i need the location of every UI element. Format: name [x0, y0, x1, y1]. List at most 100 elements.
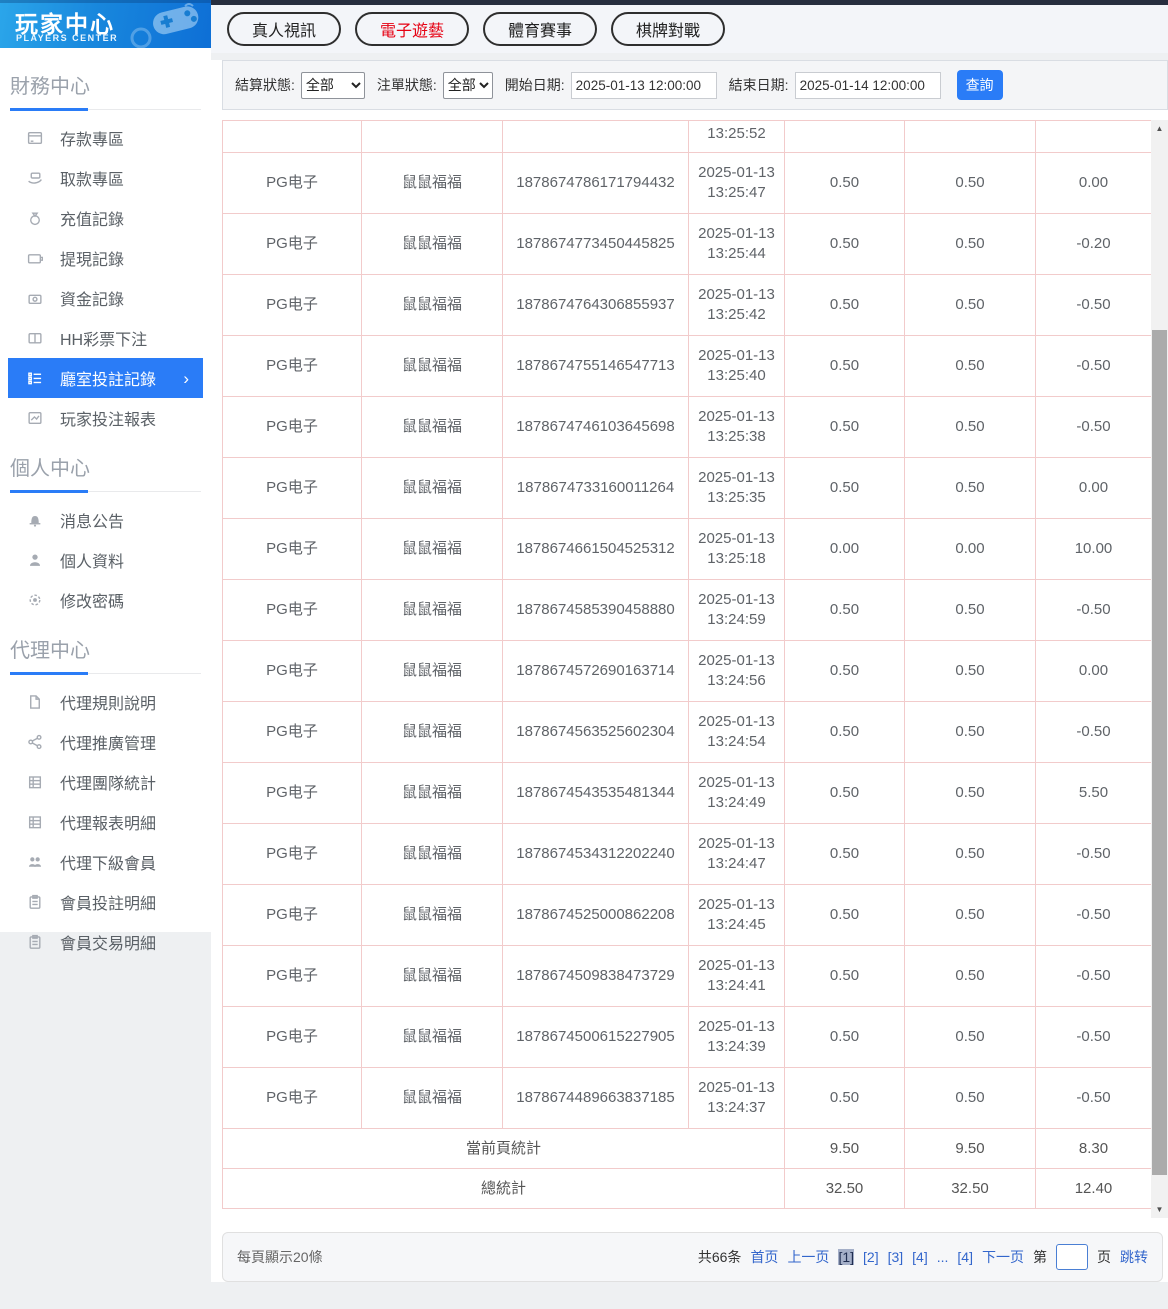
cell-bet-amount: 0.50 [784, 1006, 905, 1068]
first-page-link[interactable]: 首页 [750, 1247, 778, 1267]
cell-bet-time: 2025-01-13 13:25:44 [688, 213, 785, 275]
bet-table-scroll-viewport: 13:25:52 PG电子 鼠鼠福福 1878674786171794432 2025-… [222, 120, 1151, 1218]
document-icon [27, 694, 43, 710]
summary-win-loss: 12.40 [1035, 1168, 1151, 1209]
cell-win-loss: -0.50 [1035, 579, 1151, 641]
sidebar-item-withdrawal-records[interactable]: 提現記錄 [8, 238, 203, 278]
end-date-label: 結束日期: [728, 77, 789, 93]
sidebar-item-label: 提現記錄 [60, 252, 125, 269]
sidebar-item-label: 代理團隊統計 [60, 776, 157, 793]
sidebar-sections: 財務中心存款專區取款專區充值記錄提現記錄資金記錄 HH彩票下注 廳室投註記錄 › 玩家投… [0, 60, 211, 962]
query-button[interactable]: 查詢 [956, 70, 1003, 100]
cell-bet-time: 2025-01-13 13:24:37 [688, 1067, 785, 1129]
sidebar-item-agent-sub-members[interactable]: 代理下級會員 [8, 842, 203, 882]
tab-live-video[interactable]: 真人視訊 [227, 12, 342, 46]
page-link-5[interactable]: ... [937, 1249, 949, 1265]
sidebar-item-agent-report-detail[interactable]: 代理報表明細 [8, 802, 203, 842]
sidebar-item-member-transaction-detail[interactable]: 會員交易明細 [8, 922, 203, 962]
sidebar-item-recharge-records[interactable]: 充值記錄 [8, 198, 203, 238]
sidebar-item-player-bet-report[interactable]: 玩家投注報表 [8, 398, 203, 438]
sidebar-item-change-password[interactable]: 修改密碼 [8, 580, 203, 620]
page-link-3[interactable]: [3] [888, 1249, 904, 1265]
sidebar-item-hh-lottery-bets[interactable]: HH彩票下注 [8, 318, 203, 358]
order-status-label: 注單狀態: [376, 77, 437, 93]
bet-date: 2025-01-13 [698, 225, 775, 242]
sidebar-item-fund-records[interactable]: 資金記錄 [8, 278, 203, 318]
bet-date: 2025-01-13 [698, 408, 775, 425]
cell-platform: PG电子 [222, 1067, 362, 1129]
sidebar-section-list: 存款專區取款專區充值記錄提現記錄資金記錄 HH彩票下注 廳室投註記錄 › 玩家投注報表 [0, 118, 211, 438]
sidebar-item-room-bet-records[interactable]: 廳室投註記錄 › [8, 358, 203, 398]
sidebar-item-agent-team-stats[interactable]: 代理團隊統計 [8, 762, 203, 802]
scrollbar-thumb[interactable] [1152, 330, 1167, 1175]
scrollbar-up-arrow-icon[interactable]: ▲ [1151, 120, 1168, 137]
page-link-4[interactable]: [4] [912, 1249, 928, 1265]
scrollbar-down-arrow-icon[interactable]: ▼ [1151, 1201, 1168, 1218]
cell-bet-time: 2025-01-13 13:24:56 [688, 640, 785, 702]
order-status-select[interactable]: 全部 [442, 71, 493, 99]
bell-icon [27, 512, 43, 528]
sidebar-item-label: 存款專區 [60, 132, 125, 149]
end-date-input[interactable] [794, 71, 941, 99]
cell-platform: PG电子 [222, 335, 362, 397]
sidebar-item-agent-rules[interactable]: 代理規則說明 [8, 682, 203, 722]
cell-bet-time: 2025-01-13 13:24:49 [688, 762, 785, 824]
cell-bet-time: 2025-01-13 13:25:42 [688, 274, 785, 336]
sidebar-item-deposit-zone[interactable]: 存款專區 [8, 118, 203, 158]
settle-status-select[interactable]: 全部 [300, 71, 365, 99]
sidebar-section-header: 財務中心 [10, 60, 201, 111]
jump-page-input[interactable] [1056, 1244, 1088, 1270]
cell-order-number: 1878674572690163714 [502, 640, 689, 702]
sidebar-section-title: 財務中心 [10, 76, 90, 98]
cell-platform: PG电子 [222, 274, 362, 336]
bet-time: 13:24:45 [707, 916, 766, 933]
sidebar-item-profile[interactable]: 個人資料 [8, 540, 203, 580]
sidebar-item-withdraw-zone[interactable]: 取款專區 [8, 158, 203, 198]
bet-time: 13:24:56 [707, 672, 766, 689]
bet-time: 13:25:42 [707, 306, 766, 323]
cell-order-number: 1878674786171794432 [502, 152, 689, 214]
cell-empty [361, 120, 503, 153]
tab-sports-events[interactable]: 體育賽事 [483, 12, 598, 46]
bet-date: 2025-01-13 [698, 591, 775, 608]
cell-bet-time: 2025-01-13 13:24:39 [688, 1006, 785, 1068]
cell-win-loss: -0.50 [1035, 396, 1151, 458]
cell-order-number: 1878674773450445825 [502, 213, 689, 275]
table-row: PG电子 鼠鼠福福 1878674563525602304 2025-01-13 13:… [222, 701, 1151, 763]
cell-game-name: 鼠鼠福福 [361, 1067, 503, 1129]
page-link-6[interactable]: [4] [957, 1249, 973, 1265]
per-page-label: 每頁顯示20條 [237, 1249, 323, 1265]
bet-date: 2025-01-13 [698, 530, 775, 547]
tab-board-card-games[interactable]: 棋牌對戰 [611, 12, 726, 46]
sidebar-item-announcements[interactable]: 消息公告 [8, 500, 203, 540]
cell-win-loss: -0.50 [1035, 335, 1151, 397]
game-category-tabs: 真人視訊 電子遊藝 體育賽事 棋牌對戰 [211, 5, 1168, 53]
sidebar-item-member-bet-detail[interactable]: 會員投註明細 [8, 882, 203, 922]
cell-game-name: 鼠鼠福福 [361, 945, 503, 1007]
next-page-link[interactable]: 下一页 [982, 1247, 1024, 1267]
jump-prefix-label: 第 [1033, 1249, 1047, 1265]
recharge-record-icon [27, 210, 43, 226]
cell-platform: PG电子 [222, 884, 362, 946]
start-date-input[interactable] [570, 71, 717, 99]
prev-page-link[interactable]: 上一页 [787, 1247, 829, 1267]
withdrawal-record-icon [27, 250, 43, 266]
cell-platform: PG电子 [222, 396, 362, 458]
cell-valid-bet: 0.50 [904, 762, 1036, 824]
cell-valid-bet: 0.50 [904, 396, 1036, 458]
sidebar-item-label: 個人資料 [60, 554, 125, 571]
bet-table-area: 13:25:52 PG电子 鼠鼠福福 1878674786171794432 2025-… [222, 120, 1168, 1218]
page-link-1[interactable]: [1] [838, 1249, 855, 1265]
tab-electronic-games[interactable]: 電子遊藝 [355, 12, 470, 46]
gear-icon [27, 592, 43, 608]
cell-game-name: 鼠鼠福福 [361, 884, 503, 946]
cell-valid-bet: 0.00 [904, 518, 1036, 580]
table-row: PG电子 鼠鼠福福 1878674543535481344 2025-01-13 13:… [222, 762, 1151, 824]
main-content: 真人視訊 電子遊藝 體育賽事 棋牌對戰 結算狀態: 全部 注單狀態: 全部 開始日期:… [211, 0, 1168, 1309]
summary-bet-amount: 9.50 [784, 1128, 905, 1169]
sidebar-item-agent-promotion[interactable]: 代理推廣管理 [8, 722, 203, 762]
cell-bet-amount: 0.50 [784, 579, 905, 641]
page-link-2[interactable]: [2] [863, 1249, 879, 1265]
jump-action-link[interactable]: 跳转 [1120, 1247, 1148, 1267]
sidebar-item-label: 取款專區 [60, 172, 125, 189]
